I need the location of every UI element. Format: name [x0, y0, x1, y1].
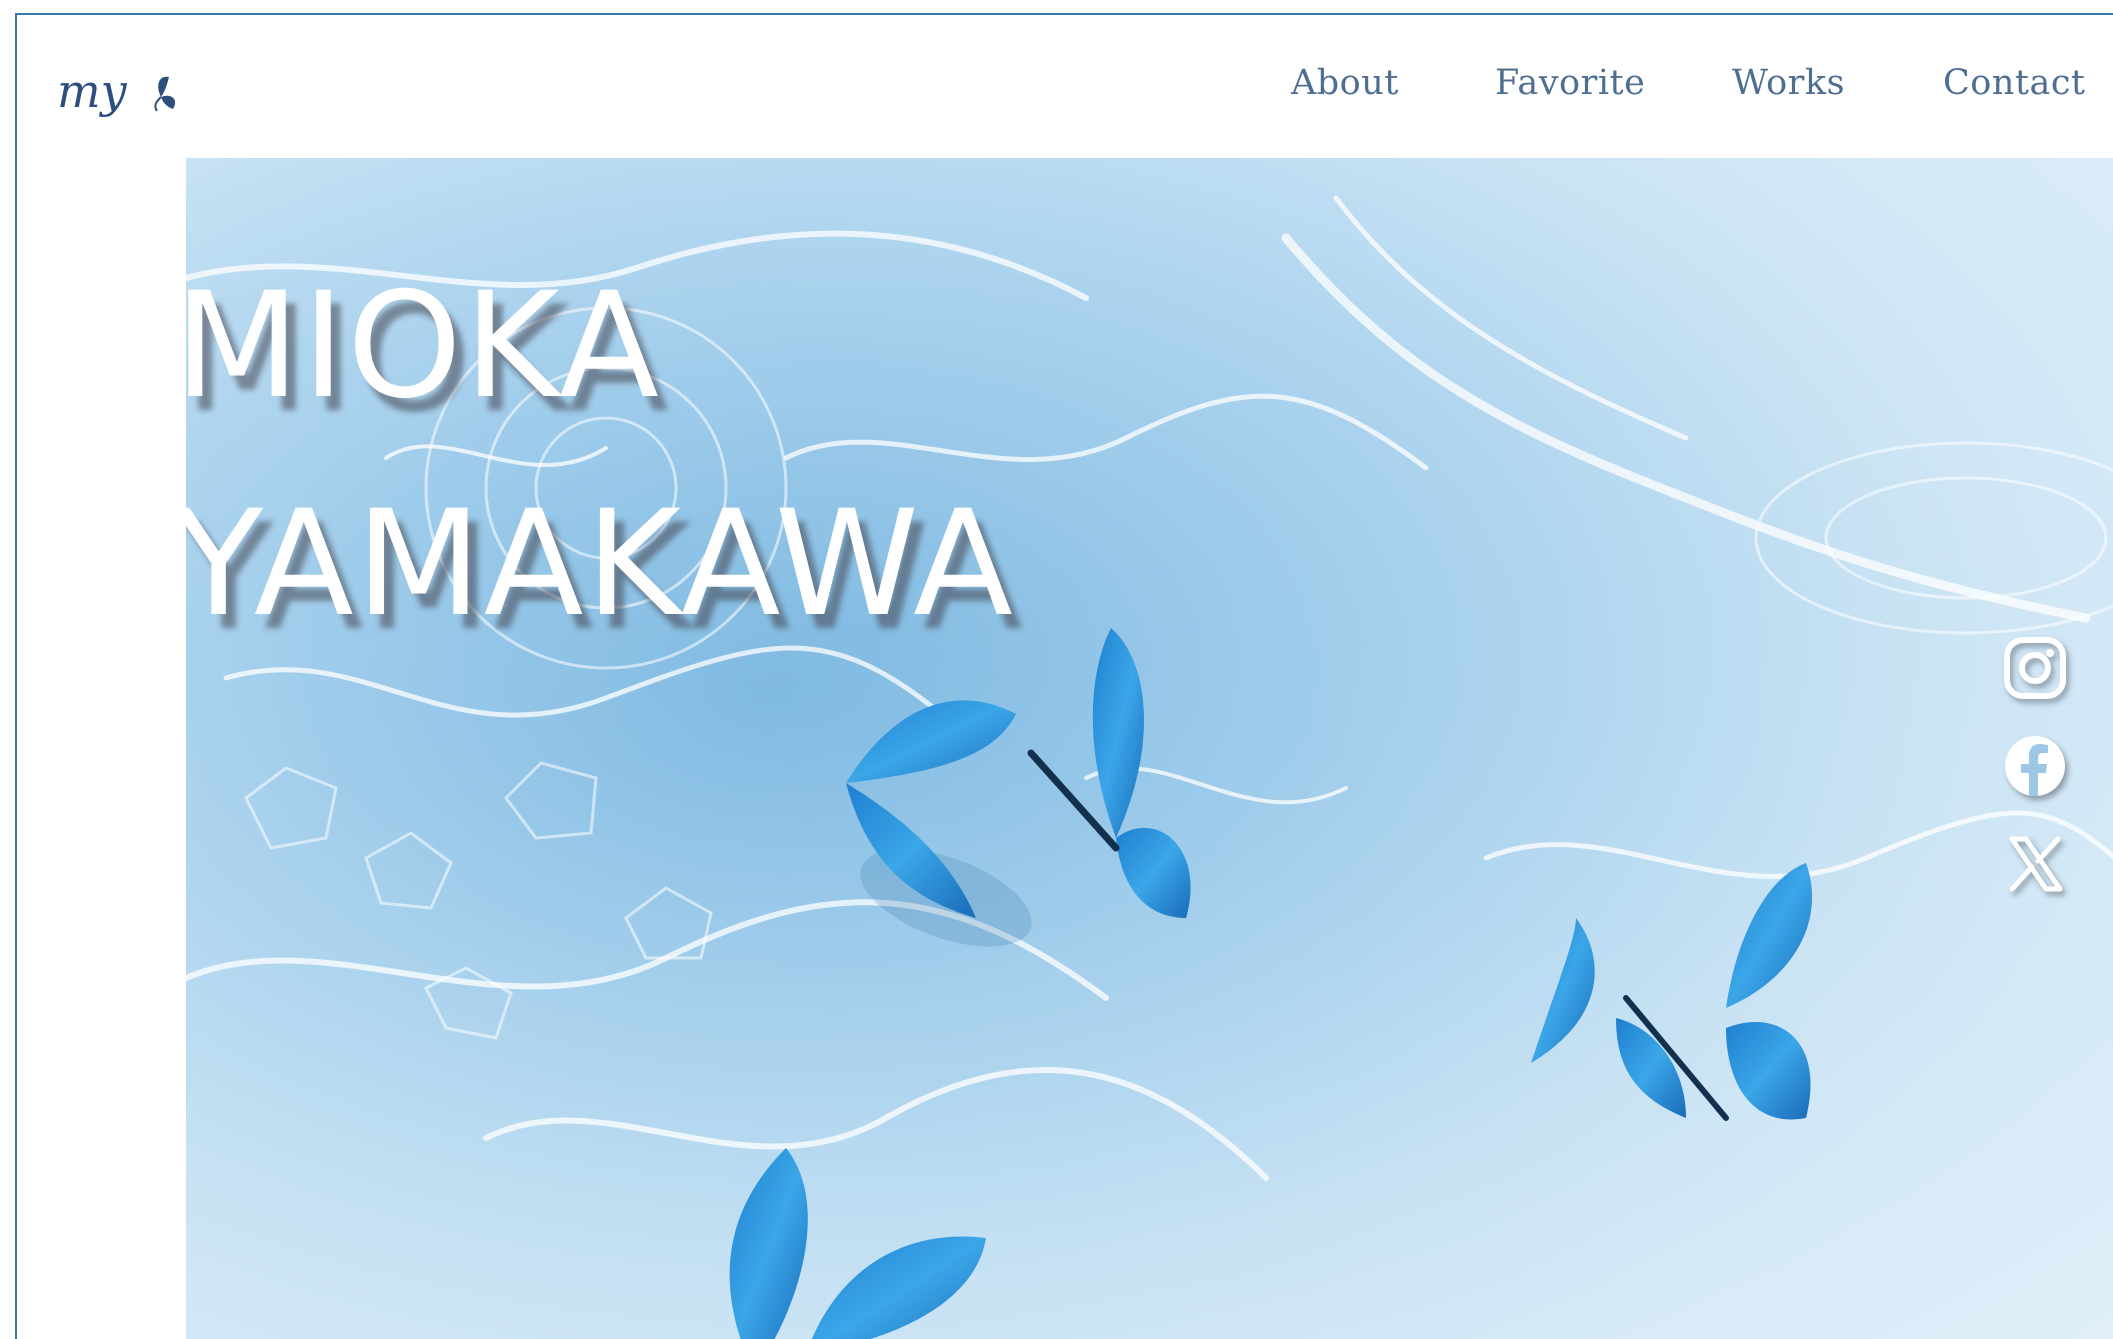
hero-name-line2: YAMAKAWA [186, 479, 1015, 649]
nav-contact[interactable]: Contact [1943, 63, 2086, 103]
logo-text: my [57, 64, 128, 118]
hero-banner: MIOKA YAMAKAWA [186, 158, 2113, 1339]
nav-about[interactable]: About [1291, 63, 1399, 103]
page-frame: my About Favorite Works Contact MIOKA YA… [15, 13, 2113, 1339]
x-icon[interactable] [2002, 831, 2068, 897]
site-logo[interactable]: my [55, 55, 185, 135]
logo-butterfly-icon [154, 76, 176, 112]
nav-favorite[interactable]: Favorite [1495, 63, 1645, 103]
hero-name-line1: MIOKA [186, 261, 661, 431]
instagram-icon[interactable] [2002, 635, 2068, 701]
facebook-icon[interactable] [2002, 733, 2068, 799]
nav-works[interactable]: Works [1732, 63, 1845, 103]
